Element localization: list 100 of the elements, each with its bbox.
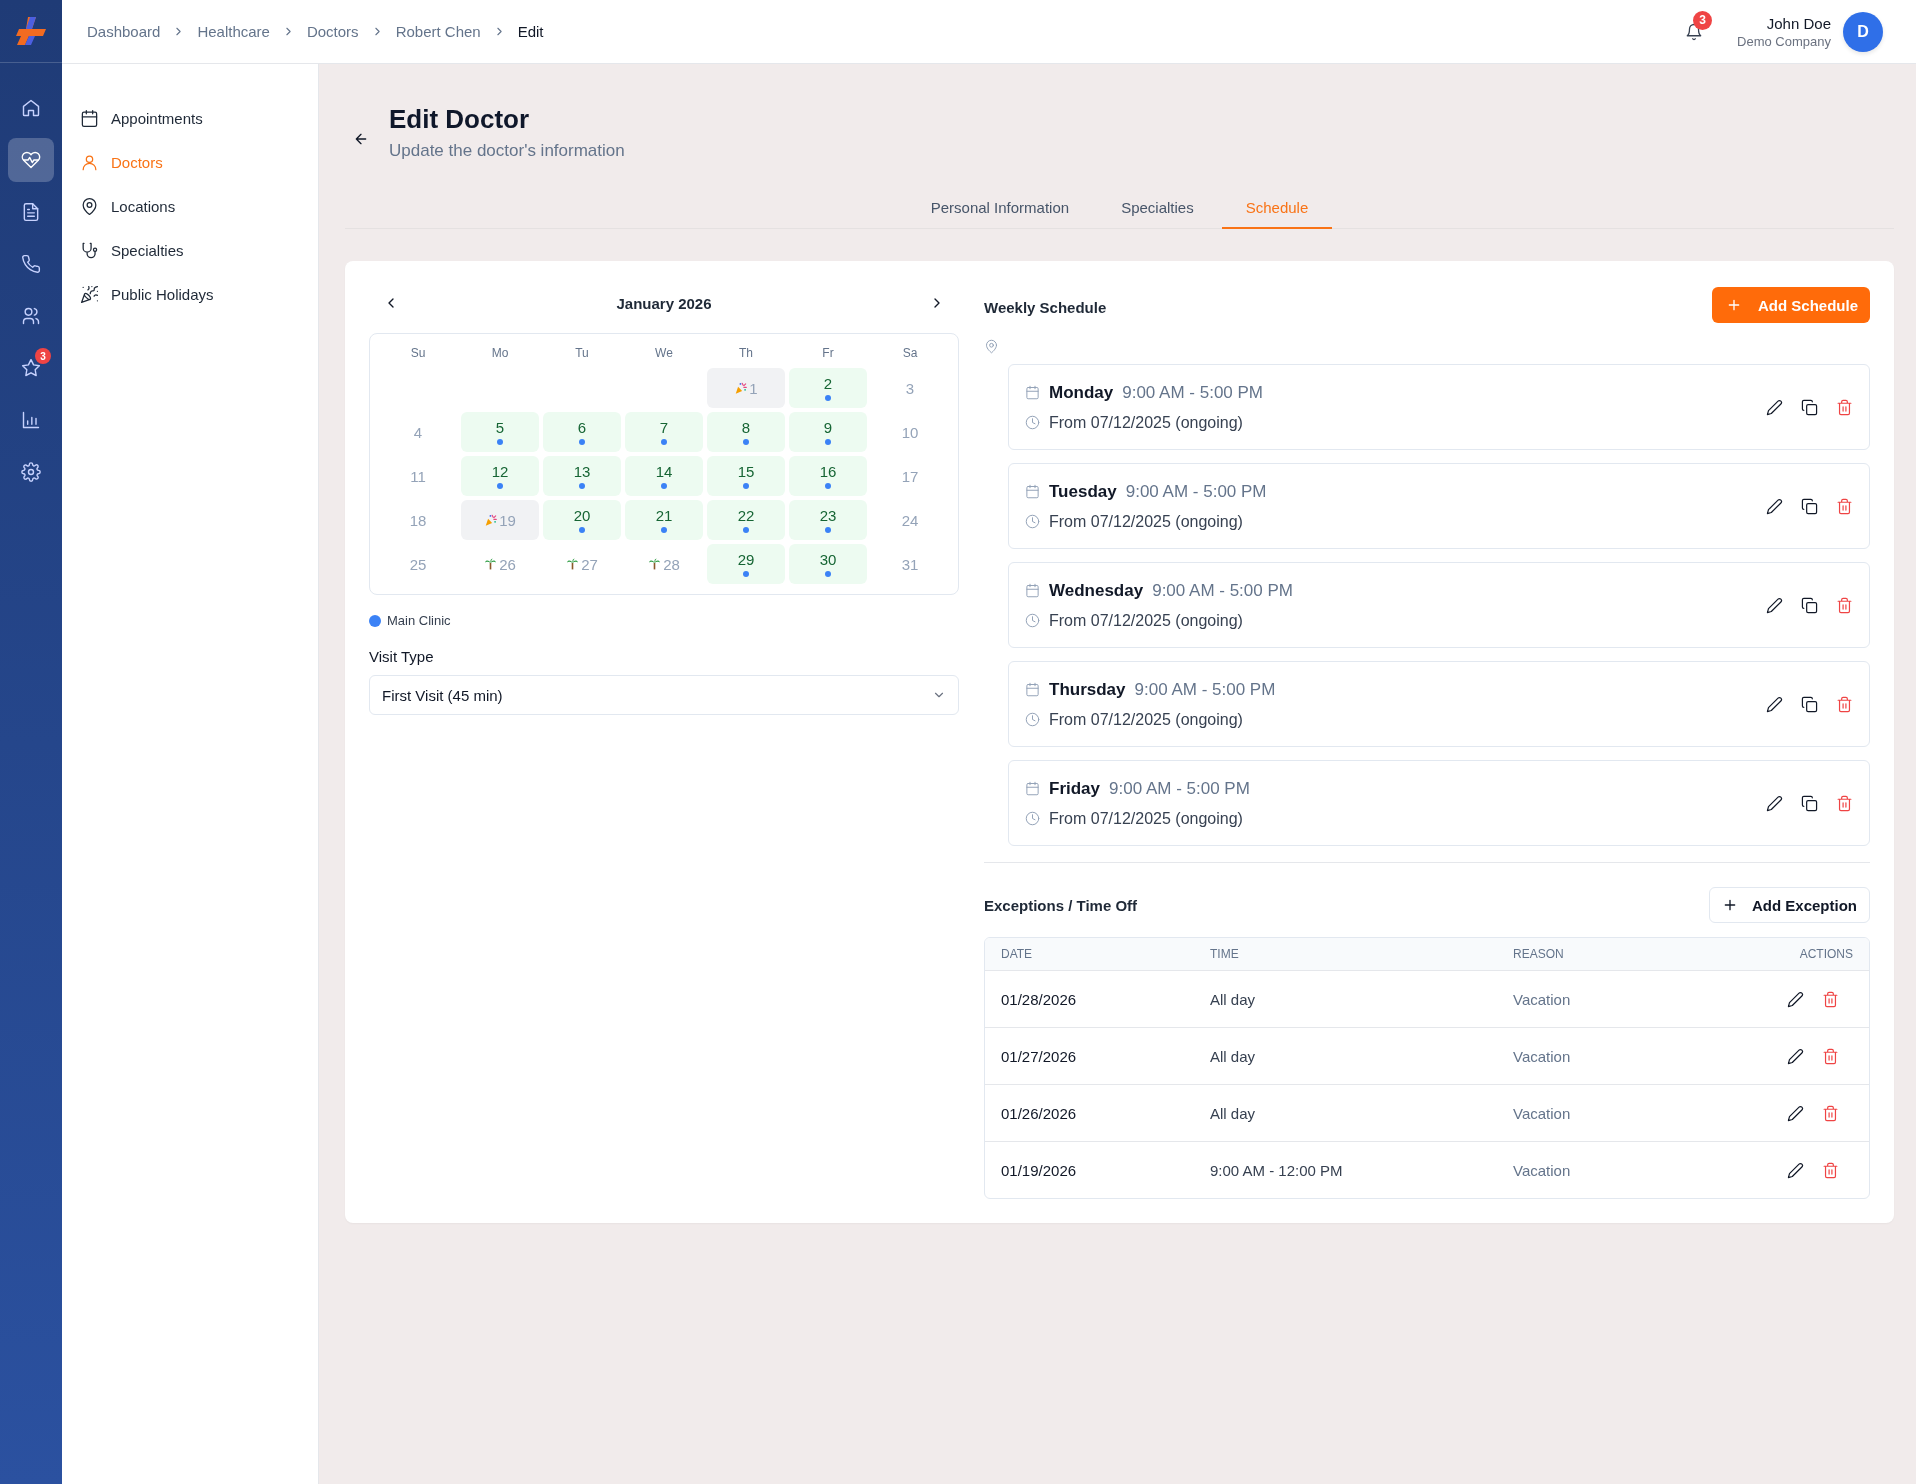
duplicate-button[interactable] <box>1801 398 1818 416</box>
users-icon <box>21 306 41 326</box>
pencil-icon <box>1787 1104 1804 1122</box>
copy-icon <box>1801 398 1818 416</box>
edit-button[interactable] <box>1787 1161 1804 1179</box>
tab[interactable]: Specialties <box>1097 189 1218 229</box>
trash-icon <box>1822 1161 1839 1179</box>
location-dot <box>743 439 749 445</box>
weekday-label: Su <box>409 345 427 362</box>
star-nav-button[interactable]: 3 <box>8 346 54 390</box>
delete-button[interactable] <box>1822 990 1839 1008</box>
available-day[interactable]: 7 <box>625 412 703 452</box>
sidebar-item[interactable]: Locations <box>62 184 318 228</box>
edit-button[interactable] <box>1787 990 1804 1008</box>
available-day[interactable]: 5 <box>461 412 539 452</box>
duplicate-button[interactable] <box>1801 695 1818 713</box>
notification-bell-icon[interactable] <box>1685 22 1704 41</box>
time-range: 9:00 AM - 5:00 PM <box>1134 679 1276 700</box>
heart-pulse-nav-button[interactable] <box>8 138 54 182</box>
delete-button[interactable] <box>1836 794 1853 812</box>
edit-button[interactable] <box>1766 794 1783 812</box>
section-title: Weekly Schedule <box>984 298 1107 316</box>
edit-button[interactable] <box>1766 695 1783 713</box>
calendar-icon <box>1025 385 1040 400</box>
available-day[interactable]: 6 <box>543 412 621 452</box>
edit-button[interactable] <box>1766 596 1783 614</box>
delete-button[interactable] <box>1836 695 1853 713</box>
trash-icon <box>1836 497 1853 515</box>
available-day[interactable]: 16 <box>789 456 867 496</box>
page-subtitle: Update the doctor's information <box>389 141 625 161</box>
breadcrumb-link[interactable]: Robert Chen <box>395 23 481 40</box>
sidebar-item[interactable]: Specialties <box>62 228 318 272</box>
pencil-icon <box>1766 794 1783 812</box>
available-day[interactable]: 8 <box>707 412 785 452</box>
location-dot <box>825 527 831 533</box>
available-day[interactable]: 21 <box>625 500 703 540</box>
location-dot <box>497 483 503 489</box>
column-header: DATE <box>1001 947 1034 961</box>
trash-icon <box>1836 695 1853 713</box>
palm-tree-icon <box>566 557 580 571</box>
available-day[interactable]: 30 <box>789 544 867 584</box>
delete-button[interactable] <box>1822 1161 1839 1179</box>
edit-button[interactable] <box>1787 1047 1804 1065</box>
available-day[interactable]: 14 <box>625 456 703 496</box>
pencil-icon <box>1766 596 1783 614</box>
duplicate-button[interactable] <box>1801 794 1818 812</box>
edit-button[interactable] <box>1766 497 1783 515</box>
logo-icon[interactable] <box>14 15 48 47</box>
copy-icon <box>1801 596 1818 614</box>
table-cell-text: All day <box>1210 990 1257 1008</box>
user-avatar[interactable]: D <box>1843 11 1883 52</box>
available-day[interactable]: 23 <box>789 500 867 540</box>
available-day[interactable]: 15 <box>707 456 785 496</box>
delete-button[interactable] <box>1822 1047 1839 1065</box>
weekday-label: Sa <box>901 345 919 362</box>
available-day[interactable]: 2 <box>789 368 867 408</box>
tab[interactable]: Personal Information <box>906 189 1094 229</box>
date-range: From 07/12/2025 (ongoing) <box>1049 413 1243 432</box>
breadcrumb-link[interactable]: Doctors <box>306 23 359 40</box>
plus-icon <box>1726 297 1742 313</box>
map-pin-icon <box>80 196 99 216</box>
column-header: REASON <box>1513 947 1565 961</box>
breadcrumb-link[interactable]: Healthcare <box>197 23 270 40</box>
breadcrumb-link[interactable]: Dashboard <box>87 23 161 40</box>
delete-button[interactable] <box>1836 497 1853 515</box>
table-cell-text: 01/19/2026 <box>1001 1161 1078 1179</box>
page-title: Edit Doctor <box>389 103 531 135</box>
available-day[interactable]: 22 <box>707 500 785 540</box>
location-dot <box>661 483 667 489</box>
copy-icon <box>1801 794 1818 812</box>
weekday-name: Wednesday <box>1049 580 1144 601</box>
delete-button[interactable] <box>1836 596 1853 614</box>
delete-button[interactable] <box>1836 398 1853 416</box>
sidebar-item[interactable]: Public Holidays <box>62 272 318 316</box>
current-page-label: Edit <box>517 23 544 40</box>
duplicate-button[interactable] <box>1801 497 1818 515</box>
notification-badge: 3 <box>35 348 51 364</box>
settings-icon <box>21 462 41 482</box>
edit-button[interactable] <box>1766 398 1783 416</box>
delete-button[interactable] <box>1822 1104 1839 1122</box>
weekday-label: We <box>654 345 674 362</box>
available-day[interactable]: 13 <box>543 456 621 496</box>
visit-type-select[interactable]: First Visit (45 min) <box>369 675 959 715</box>
add-exception-button[interactable]: Add Exception <box>1709 887 1870 923</box>
available-day[interactable]: 29 <box>707 544 785 584</box>
duplicate-button[interactable] <box>1801 596 1818 614</box>
time-range: 9:00 AM - 5:00 PM <box>1122 382 1264 403</box>
party-popper-icon <box>80 284 99 304</box>
table-cell-text: Vacation <box>1513 1047 1572 1065</box>
weekday-label: Mo <box>490 345 510 362</box>
available-day[interactable]: 12 <box>461 456 539 496</box>
available-day[interactable]: 9 <box>789 412 867 452</box>
plus-icon <box>1722 897 1738 913</box>
edit-button[interactable] <box>1787 1104 1804 1122</box>
palm-tree-icon <box>648 557 662 571</box>
sidebar-item[interactable]: Appointments <box>62 96 318 140</box>
date-range: From 07/12/2025 (ongoing) <box>1049 710 1243 729</box>
available-day[interactable]: 20 <box>543 500 621 540</box>
arrow-left-icon <box>353 131 369 147</box>
weekday-name: Monday <box>1049 382 1114 403</box>
